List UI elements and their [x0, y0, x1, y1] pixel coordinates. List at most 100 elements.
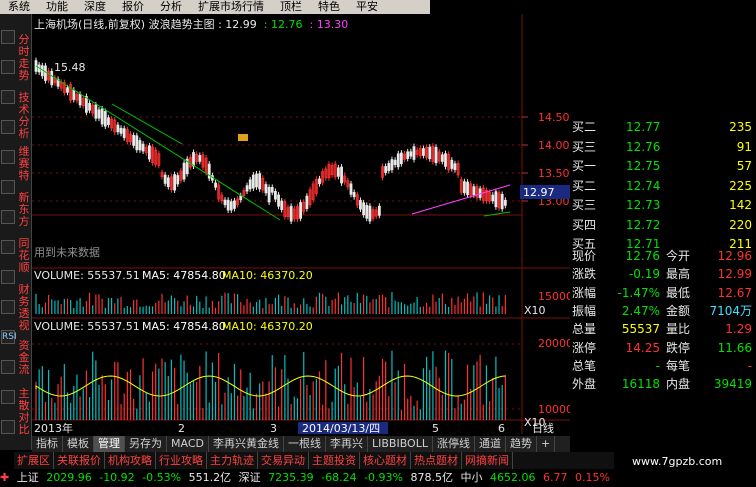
- candle-body: [103, 111, 107, 127]
- order-volume: 142: [729, 198, 752, 212]
- order-label: 买二: [572, 120, 597, 134]
- toolbar-icon[interactable]: [1, 240, 15, 254]
- indicator-tab-6[interactable]: 一根线: [284, 436, 326, 452]
- indicator-tab-0[interactable]: 指标: [32, 436, 63, 452]
- extension-tab-2[interactable]: 机构攻略: [105, 452, 156, 469]
- candle-body: [362, 202, 366, 216]
- menu-item-6[interactable]: 顶栏: [272, 0, 310, 14]
- high-price-label: 15.48: [54, 61, 86, 74]
- menu-item-0[interactable]: 系统: [0, 0, 38, 14]
- volume-ma5: MA5: 47854.80: [142, 320, 226, 333]
- trend-line-green: [35, 65, 281, 221]
- extension-tab-4[interactable]: 主力轨迹: [207, 452, 258, 469]
- extension-tab-8[interactable]: 热点题材: [411, 452, 462, 469]
- candle-body: [88, 103, 91, 111]
- stat-value: 12.76: [625, 249, 660, 263]
- candle-body: [494, 191, 498, 208]
- menu-item-8[interactable]: 平安: [348, 0, 386, 14]
- extension-tab-9[interactable]: 网摘新闻: [462, 452, 513, 469]
- stat-label: 今开: [666, 249, 691, 263]
- candle-body: [119, 127, 123, 134]
- volume-axis-label: 10000: [538, 403, 570, 416]
- extension-tab-6[interactable]: 主题投资: [309, 452, 360, 469]
- candle-body: [393, 159, 397, 165]
- toolbar-icon[interactable]: [1, 210, 15, 224]
- indicator-tab-9[interactable]: 涨停线: [433, 436, 475, 452]
- left-tab-4[interactable]: 同花顺: [16, 238, 32, 274]
- indicator-tab-10[interactable]: 通道: [475, 436, 506, 452]
- left-tab-3[interactable]: 新东方: [16, 192, 32, 228]
- stat-value: 16118: [621, 377, 660, 392]
- menu-bar-filler: [430, 0, 756, 14]
- toolbar-icon[interactable]: [1, 150, 15, 164]
- candle-body: [305, 195, 309, 209]
- stat-label: 涨幅: [572, 285, 597, 300]
- candle-body: [340, 166, 343, 184]
- toolbar-icon[interactable]: [1, 120, 15, 134]
- toolbar-icon[interactable]: [1, 30, 15, 44]
- indicator-tab-4[interactable]: MACD: [167, 436, 209, 452]
- chart-area[interactable]: 上海机场(日线,前复权) 波浪趋势主图 : 12.99 : 12.76 : 13…: [32, 14, 570, 434]
- candle-body: [248, 179, 252, 190]
- toolbar-icon[interactable]: [1, 60, 15, 74]
- indicator-tab-7[interactable]: 李再兴: [326, 436, 368, 452]
- indicator-tab-2[interactable]: 管理: [94, 436, 125, 452]
- indicator-tab-11[interactable]: 趋势: [506, 436, 537, 452]
- toolbar-icon[interactable]: [1, 300, 15, 314]
- index3-value: 4652.06: [490, 471, 536, 484]
- quote-stat-row: 涨跌 -0.19 最高 12.99: [570, 265, 756, 283]
- extension-tab-5[interactable]: 交易异动: [258, 452, 309, 469]
- toolbar-icon[interactable]: RSI: [1, 330, 17, 344]
- indicator-tab-8[interactable]: LIBBIBOLL: [368, 436, 433, 452]
- toolbar-icon[interactable]: [1, 420, 15, 434]
- left-tab-2[interactable]: 维赛特: [16, 146, 32, 182]
- toolbar-icon[interactable]: [1, 390, 15, 404]
- index2-percent: -0.93%: [364, 471, 403, 484]
- menu-item-3[interactable]: 报价: [114, 0, 152, 14]
- candle-body: [163, 174, 167, 184]
- extension-tab-0[interactable]: 扩展区: [14, 452, 54, 469]
- order-price: 12.77: [626, 120, 661, 134]
- stat-label: 外盘: [572, 377, 597, 392]
- left-tab-0[interactable]: 分时走势: [16, 34, 32, 82]
- candle-body: [359, 199, 362, 210]
- candle-body: [233, 200, 236, 209]
- trend-line-green: [111, 103, 183, 145]
- candle-body: [280, 200, 284, 210]
- toolbar-icon[interactable]: [1, 360, 15, 374]
- menu-item-7[interactable]: 特色: [310, 0, 348, 14]
- quote-stat-row: 现价 12.76 今开 12.96: [570, 247, 756, 265]
- stat-value: 2.47%: [621, 303, 660, 318]
- toolbar-icon[interactable]: [1, 270, 15, 284]
- candle-body: [462, 181, 466, 194]
- candle-body: [472, 186, 476, 196]
- left-tab-1[interactable]: 技术分析: [16, 92, 32, 140]
- stat-label: 跌停: [666, 340, 691, 355]
- extension-tab-1[interactable]: 关联报价: [54, 452, 105, 469]
- cursor-date-label: 2014/03/13/四: [302, 422, 380, 434]
- time-axis-tick: 3: [270, 422, 277, 434]
- menu-item-1[interactable]: 功能: [38, 0, 76, 14]
- left-tab-6[interactable]: 资金流: [16, 340, 32, 376]
- left-tab-5[interactable]: 财务透视: [16, 284, 32, 332]
- indicator-tabs: 指标 模板 管理 另存为 MACD 李再兴黄金线 一根线 李再兴 LIBBIBOLL 涨停线 通道趋…: [32, 436, 570, 452]
- extension-tab-3[interactable]: 行业攻略: [156, 452, 207, 469]
- extension-tab-7[interactable]: 核心题材: [360, 452, 411, 469]
- toolbar-icon[interactable]: [1, 180, 15, 194]
- candle-body: [132, 135, 136, 146]
- indicator-tab-12[interactable]: +: [537, 436, 556, 452]
- candle-body: [166, 177, 170, 187]
- indicator-tab-5[interactable]: 李再兴黄金线: [209, 436, 284, 452]
- toolbar-icon[interactable]: [1, 90, 15, 104]
- left-tab-7[interactable]: 主散对比: [16, 388, 32, 436]
- indicator-tab-1[interactable]: 模板: [63, 436, 94, 452]
- menu-item-5[interactable]: 扩展市场行情: [190, 0, 272, 14]
- left-toolbar: 分时走势技术分析维赛特新东方同花顺财务透视资金流主散对比 RSI: [0, 14, 32, 450]
- candle-body: [270, 187, 274, 193]
- menu-item-2[interactable]: 深度: [76, 0, 114, 14]
- indicator-tab-3[interactable]: 另存为: [125, 436, 167, 452]
- quote-stat-row: 涨停 14.25 跌停 11.66: [570, 339, 756, 357]
- menu-item-4[interactable]: 分析: [152, 0, 190, 14]
- stat-value: 1.29: [725, 322, 752, 337]
- index2-name: 深证: [238, 471, 261, 484]
